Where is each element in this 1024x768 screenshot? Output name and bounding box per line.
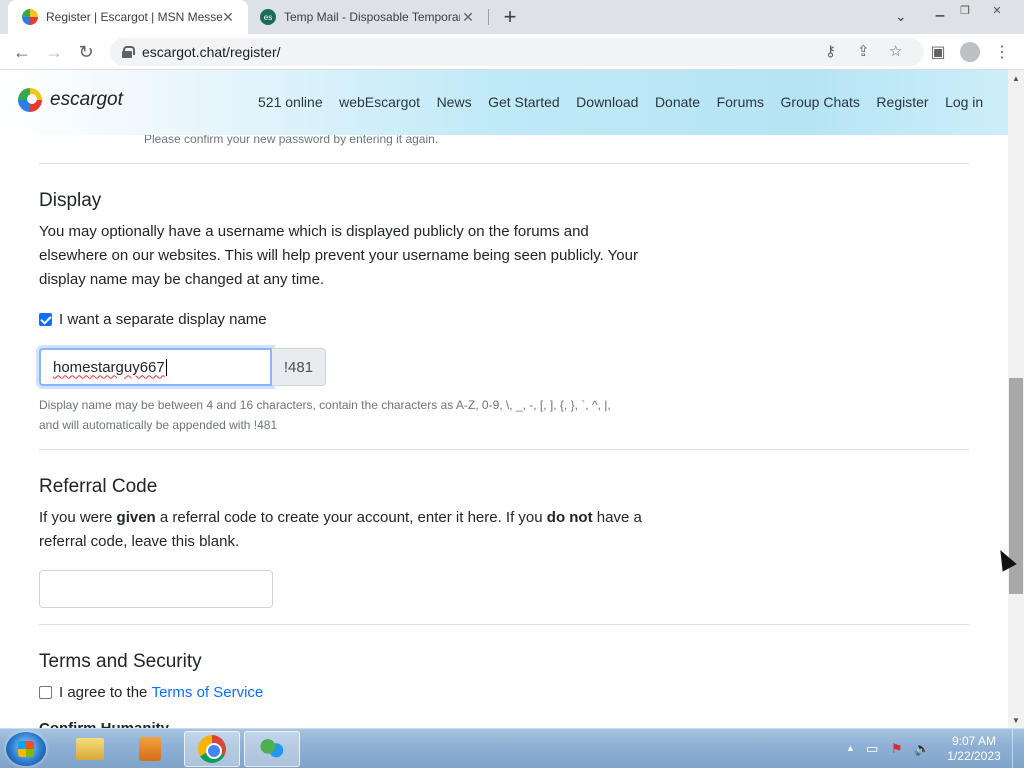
site-header: escargot 521 online webEscargot News Get… xyxy=(0,70,1008,135)
referral-text-2: a referral code to create your account, … xyxy=(155,509,547,526)
browser-toolbar: ← → ↻ escargot.chat/register/ ⚷ ⇪ ☆ ▣ ⋮ xyxy=(0,34,1024,70)
taskbar-explorer[interactable] xyxy=(62,731,118,767)
close-window-icon[interactable]: ✕ xyxy=(985,0,1009,20)
display-name-suffix: !481 xyxy=(272,348,326,386)
referral-description: If you were given a referral code to cre… xyxy=(39,506,649,554)
separate-display-name-checkbox[interactable] xyxy=(39,313,52,326)
key-icon[interactable]: ⚷ xyxy=(825,42,836,60)
referral-heading: Referral Code xyxy=(39,476,158,497)
side-panel-icon[interactable]: ▣ xyxy=(928,42,948,62)
divider xyxy=(39,624,969,625)
clock-date: 1/22/2023 xyxy=(947,749,1001,763)
confirm-humanity-label: Confirm Humanity xyxy=(39,720,169,728)
tab-register[interactable]: Register | Escargot | MSN Messenger ✕ xyxy=(8,0,248,34)
nav-register[interactable]: Register xyxy=(876,94,928,110)
action-center-flag-icon[interactable]: ⚑ xyxy=(891,741,903,757)
nav-forums[interactable]: Forums xyxy=(717,94,764,110)
network-icon[interactable]: ▭ xyxy=(866,741,878,757)
page-viewport: Please confirm your new password by ente… xyxy=(0,70,1008,728)
tab-separator xyxy=(488,9,489,25)
nav-get-started[interactable]: Get Started xyxy=(488,94,560,110)
chrome-icon xyxy=(198,735,226,763)
separate-display-name-label[interactable]: I want a separate display name xyxy=(59,311,267,328)
media-player-icon xyxy=(139,737,161,761)
address-bar[interactable]: escargot.chat/register/ ⚷ ⇪ ☆ xyxy=(110,38,924,66)
referral-text-given: given xyxy=(116,509,156,526)
tab-search-chevron-icon[interactable]: ⌄ xyxy=(895,8,907,25)
lock-icon[interactable] xyxy=(122,46,135,58)
minimize-icon[interactable]: ▁ xyxy=(930,0,950,20)
display-name-value: homestarguy667 xyxy=(53,358,165,376)
escargot-logo[interactable]: escargot xyxy=(18,88,123,112)
display-name-help-line-2: and will automatically be appended with … xyxy=(39,418,278,432)
display-name-help: Display name may be between 4 and 16 cha… xyxy=(39,395,639,435)
terms-heading: Terms and Security xyxy=(39,651,202,672)
escargot-logo-icon xyxy=(18,88,42,112)
referral-code-input[interactable] xyxy=(39,570,273,608)
system-clock[interactable]: 9:07 AM 1/22/2023 xyxy=(944,734,1004,764)
nav-webescargot[interactable]: webEscargot xyxy=(339,94,420,110)
agree-terms-row[interactable]: I agree to the Terms of Service xyxy=(39,684,263,701)
scroll-up-icon[interactable]: ▲ xyxy=(1008,70,1024,86)
display-name-help-line-1: Display name may be between 4 and 16 cha… xyxy=(39,398,611,412)
show-hidden-icons-icon[interactable]: ▲ xyxy=(846,743,855,753)
bookmark-star-icon[interactable]: ☆ xyxy=(889,42,902,60)
close-tab-icon[interactable]: ✕ xyxy=(460,9,476,26)
volume-icon[interactable]: 🔈 xyxy=(914,741,930,757)
terms-of-service-link[interactable]: Terms of Service xyxy=(152,684,264,701)
close-tab-icon[interactable]: ✕ xyxy=(220,9,236,26)
tab-title: Register | Escargot | MSN Messenger xyxy=(46,10,222,24)
taskbar-media-player[interactable] xyxy=(122,731,178,767)
display-description: You may optionally have a username which… xyxy=(39,223,638,288)
taskbar-chrome[interactable] xyxy=(184,731,240,767)
page-scrollbar[interactable]: ▲ ▼ xyxy=(1008,70,1024,728)
url-text: escargot.chat/register/ xyxy=(142,44,281,60)
forward-arrow-icon[interactable]: → xyxy=(42,40,66,64)
referral-text-1: If you were xyxy=(39,509,117,526)
logo-text: escargot xyxy=(50,89,123,110)
nav-group-chats[interactable]: Group Chats xyxy=(781,94,860,110)
clock-time: 9:07 AM xyxy=(951,734,997,748)
separate-display-name-row[interactable]: I want a separate display name xyxy=(39,311,267,328)
referral-text-do-not: do not xyxy=(546,509,593,526)
new-tab-icon[interactable]: + xyxy=(498,4,522,30)
nav-download[interactable]: Download xyxy=(576,94,638,110)
escargot-favicon-icon xyxy=(22,9,38,25)
reload-icon[interactable]: ↻ xyxy=(74,40,98,64)
nav-log-in[interactable]: Log in xyxy=(945,94,983,110)
agree-terms-prefix: I agree to the xyxy=(59,684,152,701)
display-name-input[interactable]: homestarguy667 xyxy=(39,348,272,386)
temp-mail-favicon-icon: es xyxy=(260,9,276,25)
divider xyxy=(39,449,969,450)
tab-strip: Register | Escargot | MSN Messenger ✕ es… xyxy=(0,0,1024,34)
display-name-group: homestarguy667 !481 xyxy=(39,348,326,386)
divider xyxy=(39,163,969,164)
tab-temp-mail[interactable]: es Temp Mail - Disposable Temporary Emai… xyxy=(248,0,488,34)
restore-icon[interactable]: ❐ xyxy=(955,0,975,20)
folder-icon xyxy=(76,738,104,760)
scroll-down-icon[interactable]: ▼ xyxy=(1008,712,1024,728)
windows-taskbar: ▲ ▭ ⚑ 🔈 9:07 AM 1/22/2023 xyxy=(0,728,1024,768)
nav-online-count[interactable]: 521 online xyxy=(258,94,323,110)
site-nav: 521 online webEscargot News Get Started … xyxy=(258,94,1000,110)
menu-kebab-icon[interactable]: ⋮ xyxy=(992,42,1012,62)
share-icon[interactable]: ⇪ xyxy=(857,42,870,60)
display-heading: Display xyxy=(39,190,102,211)
profile-avatar-icon[interactable] xyxy=(960,42,980,62)
windows-logo-icon xyxy=(18,741,34,757)
agree-terms-checkbox[interactable] xyxy=(39,686,52,699)
taskbar-msn[interactable] xyxy=(244,731,300,767)
text-caret xyxy=(165,358,167,376)
nav-donate[interactable]: Donate xyxy=(655,94,700,110)
nav-news[interactable]: News xyxy=(437,94,472,110)
back-arrow-icon[interactable]: ← xyxy=(10,40,34,64)
tab-title: Temp Mail - Disposable Temporary Email xyxy=(284,10,460,24)
show-desktop-button[interactable] xyxy=(1012,729,1024,768)
msn-messenger-icon xyxy=(258,736,286,762)
start-button[interactable] xyxy=(6,732,46,766)
